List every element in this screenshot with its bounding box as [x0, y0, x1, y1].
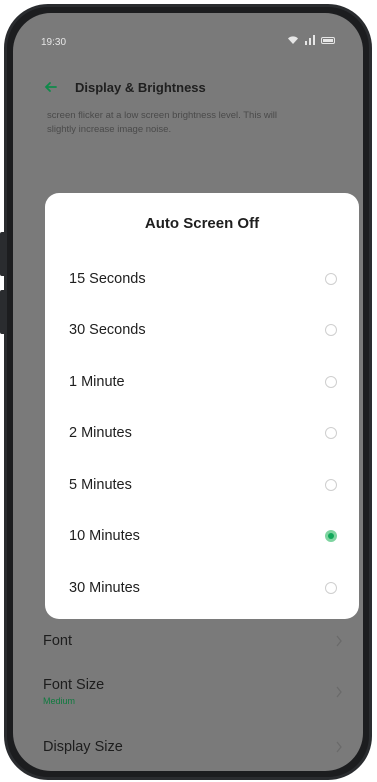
setting-font-label: Font [43, 633, 73, 649]
radio-unchecked-icon[interactable] [325, 375, 337, 388]
chevron-right-icon [336, 635, 342, 647]
status-time: 19:30 [41, 37, 67, 48]
setting-display-size-label: Display Size [43, 739, 123, 755]
setting-display-size[interactable]: Display Size [13, 739, 363, 755]
status-bar: 19:30 [13, 13, 363, 53]
option-1-minute[interactable]: 1 Minute [45, 356, 359, 408]
option-label: 30 Minutes [69, 579, 140, 596]
setting-font[interactable]: Font [13, 633, 363, 649]
option-label: 2 Minutes [69, 425, 132, 442]
option-label: 30 Seconds [69, 322, 146, 339]
back-arrow-icon[interactable] [41, 77, 61, 97]
dialog-title: Auto Screen Off [144, 215, 260, 232]
background-description: screen flicker at a low screen brightnes… [47, 110, 278, 135]
phone-frame: 19:30 Display & Brightness screen flicke… [4, 4, 372, 780]
battery-icon [321, 36, 335, 44]
wifi-icon [288, 36, 298, 44]
app-header: Display & Brightness [41, 75, 343, 99]
option-30-seconds[interactable]: 30 Seconds [45, 305, 359, 357]
signal-icon [305, 35, 315, 45]
status-icons [287, 35, 335, 45]
page-title: Display & Brightness [75, 79, 206, 95]
option-10-minutes[interactable]: 10 Minutes [45, 511, 359, 563]
radio-unchecked-icon[interactable] [325, 427, 337, 440]
auto-screen-off-dialog: Auto Screen Off 15 Seconds 30 Seconds 1 … [45, 193, 359, 619]
option-30-minutes[interactable]: 30 Minutes [45, 562, 359, 614]
setting-font-size-value: Medium [43, 696, 76, 706]
setting-font-size-label: Font Size [43, 677, 105, 693]
radio-unchecked-icon[interactable] [325, 581, 337, 594]
option-2-minutes[interactable]: 2 Minutes [45, 408, 359, 460]
option-15-seconds[interactable]: 15 Seconds [45, 253, 359, 305]
chevron-right-icon [336, 686, 342, 697]
option-label: 5 Minutes [69, 476, 132, 493]
option-label: 15 Seconds [69, 270, 146, 287]
radio-checked-icon[interactable] [325, 530, 337, 543]
option-list: 15 Seconds 30 Seconds 1 Minute 2 Minutes… [45, 253, 359, 614]
option-label: 1 Minute [69, 373, 125, 390]
option-label: 10 Minutes [69, 528, 140, 545]
setting-font-size-text: Font Size Medium [43, 677, 104, 706]
chevron-right-icon [336, 741, 342, 753]
radio-unchecked-icon[interactable] [325, 324, 337, 337]
radio-unchecked-icon[interactable] [325, 272, 337, 285]
option-5-minutes[interactable]: 5 Minutes [45, 459, 359, 511]
setting-font-size[interactable]: Font Size Medium [13, 677, 363, 706]
radio-unchecked-icon[interactable] [325, 478, 337, 491]
screen: 19:30 Display & Brightness screen flicke… [13, 13, 363, 771]
